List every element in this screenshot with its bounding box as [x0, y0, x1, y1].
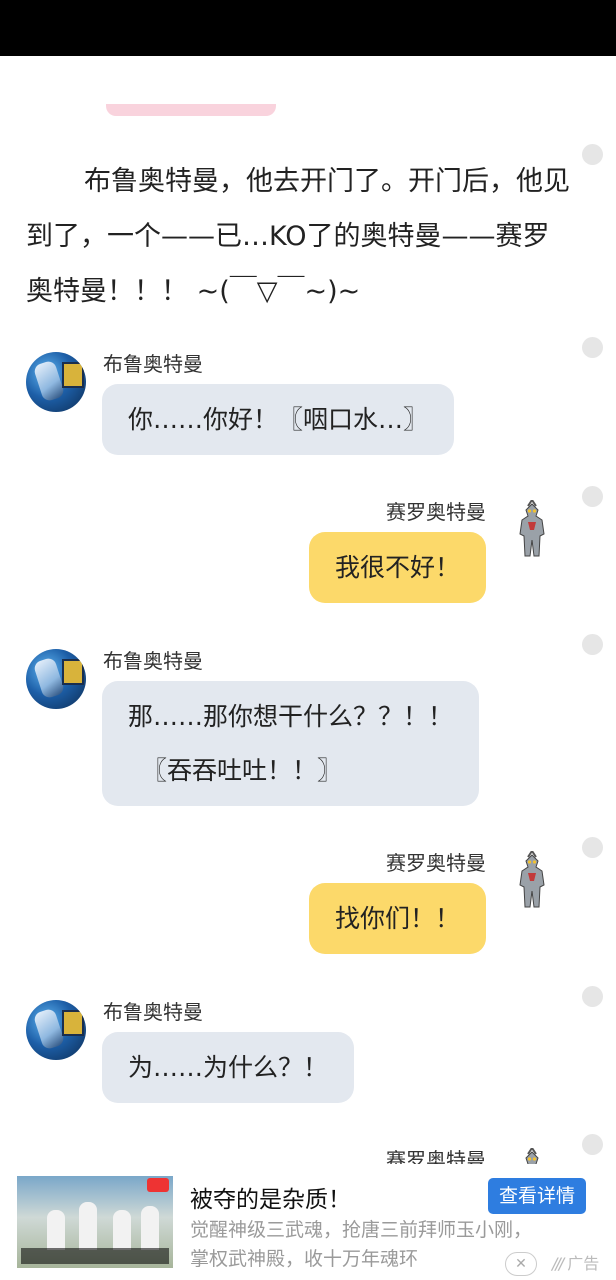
ad-title[interactable]: 被夺的是杂质！: [190, 1180, 351, 1214]
paragraph-dot[interactable]: [582, 1134, 603, 1155]
status-bar: [0, 0, 616, 56]
close-icon[interactable]: ✕: [505, 1252, 537, 1276]
ad-thumbnail[interactable]: [17, 1176, 173, 1268]
paragraph-dot[interactable]: [582, 486, 603, 507]
paragraph-dot[interactable]: [582, 144, 603, 165]
paragraph-dot[interactable]: [582, 634, 603, 655]
avatar[interactable]: [514, 500, 550, 560]
ad-description-line: 觉醒神级三武魂，抢唐三前拜师玉小刚，: [190, 1219, 533, 1241]
chat-bubble-line: 〖吞吞吐吐！！〗: [142, 756, 343, 785]
avatar[interactable]: [26, 352, 86, 412]
avatar[interactable]: [514, 851, 550, 911]
ad-banner[interactable]: 被夺的是杂质！ 查看详情 觉醒神级三武魂，抢唐三前拜师玉小刚， 掌权武神殿，收十…: [0, 1164, 616, 1280]
sender-name: 布鲁奥特曼: [103, 352, 203, 376]
ad-label: /// 广告: [552, 1254, 600, 1273]
chat-bubble: 我很不好！: [308, 532, 486, 603]
paragraph-dot[interactable]: [582, 986, 603, 1007]
avatar[interactable]: [26, 649, 86, 709]
ad-logo-icon: ///: [552, 1254, 564, 1273]
paragraph-dot[interactable]: [582, 337, 603, 358]
chat-bubble: 你……你好！〖咽口水…〗: [102, 384, 455, 455]
sender-name: 布鲁奥特曼: [103, 1000, 203, 1024]
ad-description-line: 掌权武神殿，收十万年魂环: [190, 1248, 419, 1270]
chat-bubble: 为……为什么？！: [102, 1032, 355, 1103]
paragraph-dot[interactable]: [582, 837, 603, 858]
chat-bubble-line: 那……那你想干什么？？！！: [128, 702, 454, 731]
view-details-button[interactable]: 查看详情: [488, 1178, 586, 1214]
sender-name: 赛罗奥特曼: [386, 851, 486, 875]
avatar[interactable]: [26, 1000, 86, 1060]
ad-description: 觉醒神级三武魂，抢唐三前拜师玉小刚， 掌权武神殿，收十万年魂环: [190, 1216, 600, 1274]
sender-name: 赛罗奥特曼: [386, 500, 486, 524]
chat-bubble: 找你们！！: [308, 883, 486, 954]
chat-bubble: 那……那你想干什么？？！！ 〖吞吞吐吐！！〗: [102, 681, 480, 806]
section-divider: [106, 104, 276, 116]
narration-paragraph: 布鲁奥特曼，他去开门了。开门后，他见到了，一个——已…KO了的奥特曼——赛罗奥特…: [26, 166, 570, 307]
sender-name: 布鲁奥特曼: [103, 649, 203, 673]
